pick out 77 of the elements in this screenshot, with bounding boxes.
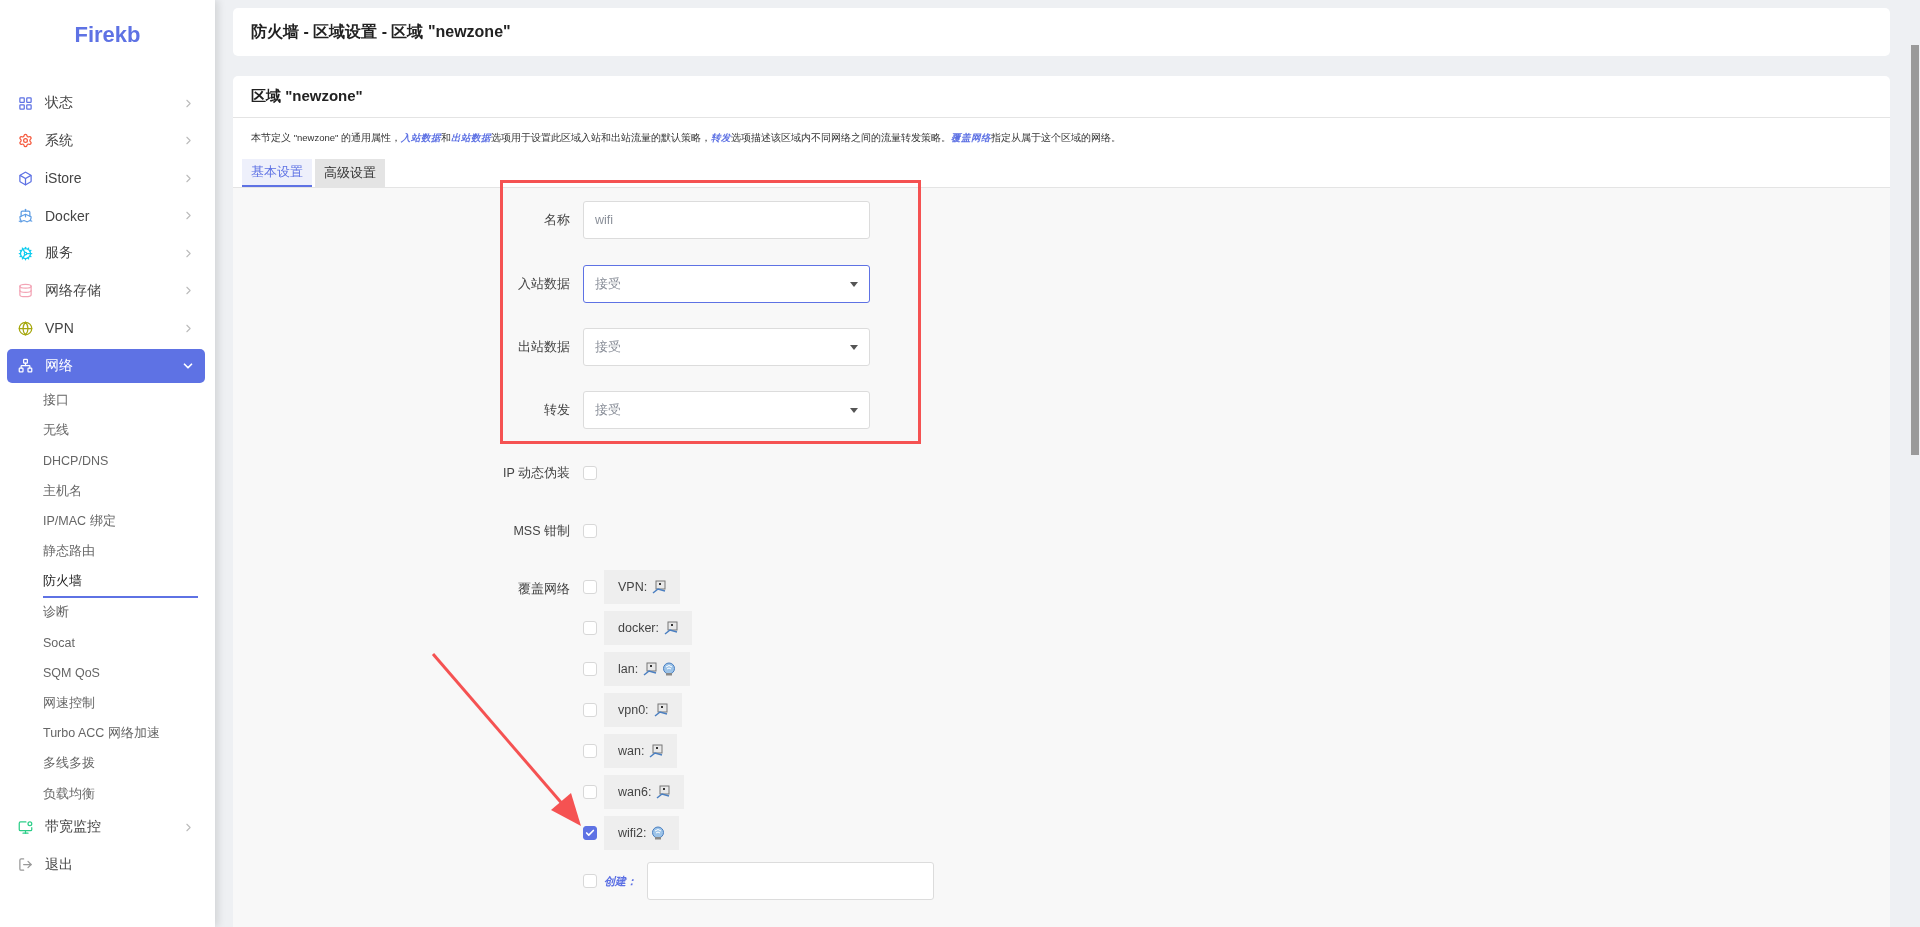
sidebar-item[interactable]: 网络 — [7, 348, 205, 383]
caret-icon — [850, 281, 858, 287]
wired-device-icon — [652, 580, 667, 594]
sidebar-item[interactable]: 带宽监控 — [7, 810, 205, 845]
section-title: 区域 "newzone" — [251, 87, 363, 106]
sidebar-subitem[interactable]: 无线 — [43, 416, 198, 447]
sidebar-item[interactable]: 服务 — [7, 236, 205, 270]
field-label: 覆盖网络 — [517, 581, 570, 598]
sidebar-subitem[interactable]: Socat — [43, 628, 198, 659]
network-chip[interactable]: VPN: — [604, 570, 681, 604]
name-input[interactable]: wifi — [583, 201, 870, 239]
policy-select[interactable]: 接受 — [583, 328, 870, 366]
wireless-device-icon — [651, 826, 666, 840]
wired-device-icon — [643, 662, 658, 676]
caret-icon — [850, 344, 858, 350]
wired-device-icon — [653, 703, 668, 717]
scrollbar-thumb[interactable] — [1911, 45, 1919, 455]
sidebar-subitem[interactable]: 多线多拨 — [43, 749, 198, 780]
wireless-device-icon — [662, 662, 677, 676]
field-label: IP 动态伪装 — [501, 465, 570, 482]
gear-icon — [18, 245, 33, 261]
settings-icon — [18, 133, 33, 148]
brand-logo: Firekb — [74, 22, 141, 48]
dashboard-icon — [18, 95, 33, 111]
page-title: 防火墙 - 区域设置 - 区域 "newzone" — [251, 21, 511, 42]
network-chip[interactable]: wan6: — [604, 775, 685, 809]
sidebar-subitem[interactable]: IP/MAC 绑定 — [43, 507, 198, 538]
description-link[interactable]: 转发 — [711, 132, 732, 143]
field-label: MSS 钳制 — [512, 523, 570, 540]
tab[interactable]: 基本设置 — [242, 159, 312, 187]
tab[interactable]: 高级设置 — [315, 159, 385, 187]
sidebar-item[interactable]: 退出 — [7, 847, 205, 882]
globe-icon — [18, 320, 33, 336]
description-link[interactable]: 入站数据 — [401, 132, 442, 143]
network-icon — [18, 358, 33, 373]
sidebar-item[interactable]: 系统 — [7, 123, 205, 158]
sidebar-subitem[interactable]: 静态路由 — [43, 537, 198, 568]
sidebar-subitem[interactable]: 主机名 — [43, 476, 198, 508]
wired-device-icon — [649, 744, 664, 758]
sidebar-subitem[interactable]: 接口 — [43, 386, 198, 417]
policy-select[interactable]: 接受 — [583, 265, 870, 303]
caret-icon — [850, 407, 858, 413]
database-icon — [18, 283, 33, 298]
policy-select[interactable]: 接受 — [583, 391, 870, 429]
monitor-icon — [18, 819, 33, 835]
sidebar-item[interactable]: VPN — [7, 311, 205, 345]
checkbox[interactable] — [583, 826, 597, 840]
logout-icon — [18, 857, 33, 873]
cube-icon — [18, 170, 33, 186]
network-chip[interactable]: vpn0: — [604, 693, 682, 727]
section-description: 本节定义 "newzone" 的通用属性，入站数据和出站数据选项用于设置此区域入站和出站流量的默认策略，转发选项描述该区域内不同网络之间的流量转发策略。覆盖网络指定从属于这个区域的网络。 — [251, 131, 1123, 145]
wired-device-icon — [656, 785, 671, 799]
create-label: 创建： — [604, 873, 637, 889]
sidebar-subitem[interactable]: Turbo ACC 网络加速 — [43, 719, 198, 750]
sidebar-item[interactable]: Docker — [7, 198, 205, 233]
ship-icon — [18, 208, 33, 223]
description-link[interactable]: 出站数据 — [451, 132, 492, 143]
description-link[interactable]: 覆盖网络 — [951, 132, 992, 143]
sidebar-subitem[interactable]: DHCP/DNS — [43, 446, 198, 477]
sidebar-item[interactable]: 状态 — [7, 86, 205, 120]
field-label: 出站数据 — [517, 339, 570, 356]
sidebar-item[interactable]: 网络存储 — [7, 273, 205, 308]
new-network-input[interactable] — [647, 862, 934, 900]
network-chip[interactable]: wifi2: — [604, 816, 680, 850]
sidebar-subitem[interactable]: SQM QoS — [43, 658, 198, 689]
sidebar-subitem[interactable]: 负载均衡 — [43, 779, 198, 811]
sidebar-subitem[interactable]: 网速控制 — [43, 688, 198, 720]
field-label: 入站数据 — [517, 276, 570, 293]
network-chip[interactable]: docker: — [604, 611, 692, 645]
sidebar-subitem[interactable]: 诊断 — [43, 598, 198, 629]
network-chip[interactable]: wan: — [604, 734, 678, 768]
sidebar-item[interactable]: iStore — [7, 161, 205, 195]
field-label: 名称 — [543, 212, 570, 229]
network-chip[interactable]: lan: — [604, 652, 691, 686]
wired-device-icon — [664, 621, 678, 635]
field-label: 转发 — [543, 402, 570, 419]
sidebar-subitem[interactable]: 防火墙 — [43, 567, 198, 599]
